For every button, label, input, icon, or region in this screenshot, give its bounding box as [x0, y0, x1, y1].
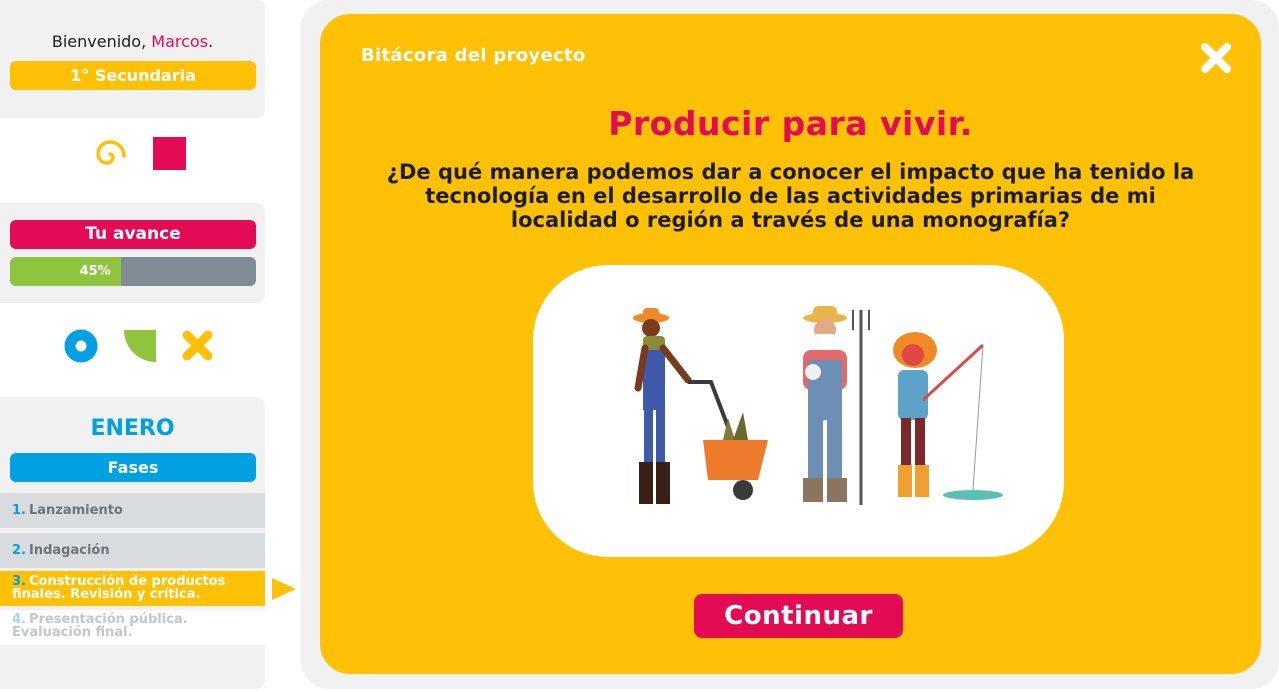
cross-icon: [182, 330, 213, 361]
progress-label: Tu avance: [10, 220, 256, 249]
old-farmer-figure: [803, 306, 870, 505]
phase-item-lanzamiento[interactable]: 1. Lanzamiento: [0, 493, 265, 528]
user-panel: [0, 0, 265, 118]
month-title: ENERO: [90, 416, 175, 441]
phase-item-presentacion[interactable]: 4. Presentación pública. Evaluación final…: [0, 610, 265, 645]
play-arrow-icon: [272, 578, 296, 600]
illustration-frame: [533, 265, 1064, 557]
square-shape-icon: [153, 137, 186, 170]
welcome-prefix: Bienvenido,: [51, 32, 147, 51]
grade-badge: 1° Secundaria: [10, 61, 256, 90]
project-heading: Producir para vivir.: [608, 104, 973, 143]
farmers-illustration: [633, 306, 1003, 505]
wheelbarrow: [688, 380, 768, 500]
quarter-circle-icon: [124, 330, 156, 362]
phase-label: Construcción de productos finales. Revis…: [12, 574, 226, 602]
phase-number: 1.: [12, 503, 26, 518]
continue-button[interactable]: Continuar: [694, 594, 903, 638]
spiral-icon: [96, 140, 126, 165]
welcome-message: Bienvenido, Marcos.: [0, 32, 265, 51]
phase-label: Indagación: [28, 543, 110, 558]
phase-item-construccion[interactable]: 3. Construcción de productos finales. Rev…: [0, 571, 265, 606]
progress-percent: 45%: [79, 264, 111, 279]
phase-number: 2.: [12, 543, 26, 558]
card-title: Bitácora del proyecto: [361, 45, 586, 66]
ring-icon: [64, 329, 98, 363]
progress-bar: 45%: [10, 257, 256, 286]
child-fisher-figure: [893, 332, 1003, 500]
progress-bar-fill: 45%: [10, 257, 121, 286]
user-name: Marcos: [151, 32, 209, 51]
phase-item-indagacion[interactable]: 2. Indagación: [0, 533, 265, 568]
progress-panel: [0, 203, 265, 303]
driving-question: ¿De qué manera podemos dar a conocer el …: [386, 160, 1195, 232]
close-icon[interactable]: [1198, 40, 1234, 76]
phase-label: Presentación pública. Evaluación final.: [12, 612, 188, 640]
welcome-suffix: .: [208, 32, 214, 51]
project-log-card: Bitácora del proyecto Producir para vivi…: [320, 14, 1261, 674]
phase-label: Lanzamiento: [28, 503, 123, 518]
sidebar: Bienvenido, Marcos. 1° Secundaria Tu ava…: [0, 0, 266, 692]
phases-header: Fases: [10, 453, 256, 482]
farmer-figure: [633, 308, 692, 504]
